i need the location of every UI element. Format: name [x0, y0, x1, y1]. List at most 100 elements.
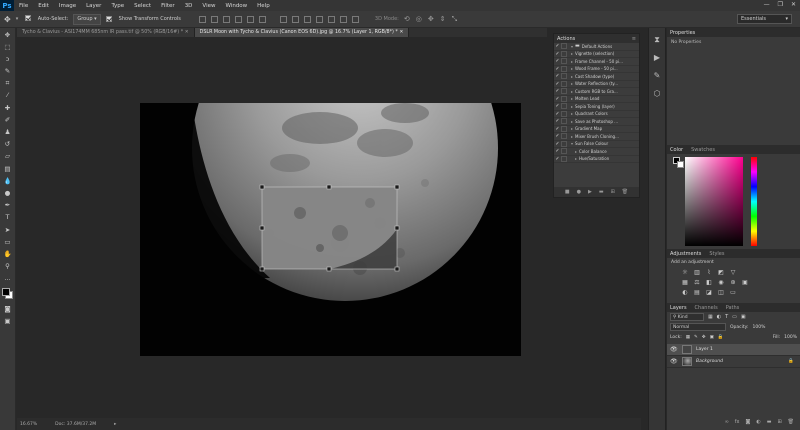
- fill-field[interactable]: 100%: [784, 335, 797, 340]
- lock-transparent-icon[interactable]: ▦: [686, 335, 690, 340]
- color-balance-icon[interactable]: ⚖: [693, 279, 701, 287]
- filter-shape-icon[interactable]: ▭: [732, 314, 737, 320]
- screen-mode-icon[interactable]: ▣: [3, 317, 13, 326]
- menu-edit[interactable]: Edit: [33, 3, 54, 9]
- check-icon[interactable]: ✓: [554, 133, 561, 139]
- blur-tool-icon[interactable]: 💧: [3, 176, 13, 185]
- menu-3d[interactable]: 3D: [180, 3, 198, 9]
- marquee-tool-icon[interactable]: ⬚: [3, 42, 13, 51]
- action-item[interactable]: ✓ ▸ Molten Lead: [554, 95, 639, 103]
- paths-icon[interactable]: ✎: [652, 71, 662, 81]
- action-item[interactable]: ✓ ▸ Custom RGB to Gra...: [554, 88, 639, 96]
- close-tab-icon[interactable]: ✕: [399, 30, 403, 35]
- dialog-toggle[interactable]: [561, 58, 567, 65]
- filter-type-icon[interactable]: T: [725, 314, 728, 320]
- dialog-toggle[interactable]: [561, 148, 567, 155]
- align-top-icon[interactable]: [198, 15, 206, 23]
- tool-preset-arrow-icon[interactable]: ▾: [16, 16, 20, 22]
- channel-mixer-icon[interactable]: ⊛: [729, 279, 737, 287]
- action-item[interactable]: ✓ ▸ Vignette (selection): [554, 50, 639, 58]
- eyedropper-tool-icon[interactable]: ⁄: [3, 91, 13, 100]
- layer-style-icon[interactable]: fx: [735, 419, 740, 429]
- history-brush-tool-icon[interactable]: ↺: [3, 140, 13, 149]
- eraser-tool-icon[interactable]: ▱: [3, 152, 13, 161]
- filter-adjustment-icon[interactable]: ◐: [717, 314, 721, 320]
- healing-brush-tool-icon[interactable]: ✚: [3, 103, 13, 112]
- filter-pixel-icon[interactable]: ▦: [708, 314, 713, 320]
- distribute-top-icon[interactable]: [279, 15, 287, 23]
- layer-row-layer-1[interactable]: 👁 Layer 1: [667, 344, 800, 356]
- background-swatch[interactable]: [677, 161, 684, 168]
- restore-icon[interactable]: ❐: [778, 1, 783, 8]
- action-item[interactable]: ✓ ▸ Water Reflection (ty...: [554, 80, 639, 88]
- quick-select-tool-icon[interactable]: ✎: [3, 67, 13, 76]
- new-adjustment-icon[interactable]: ◐: [756, 419, 760, 429]
- hue-saturation-icon[interactable]: ▦: [681, 279, 689, 287]
- color-lookup-icon[interactable]: ▣: [741, 279, 749, 287]
- layer-name[interactable]: Layer 1: [696, 347, 713, 352]
- auto-select-checkbox[interactable]: [24, 15, 33, 23]
- check-icon[interactable]: ✓: [554, 111, 561, 117]
- tab-channels[interactable]: Channels: [695, 305, 718, 311]
- check-icon[interactable]: ✓: [554, 156, 561, 162]
- threshold-icon[interactable]: ◪: [705, 289, 713, 297]
- align-right-icon[interactable]: [258, 15, 266, 23]
- align-vcenter-icon[interactable]: [210, 15, 218, 23]
- dodge-tool-icon[interactable]: ●: [3, 188, 13, 197]
- tab-color[interactable]: Color: [670, 147, 683, 153]
- 3d-slide-icon[interactable]: ⇕: [440, 15, 446, 24]
- tab-adjustments[interactable]: Adjustments: [670, 251, 701, 257]
- zoom-tool-icon[interactable]: ⚲: [3, 262, 13, 271]
- dialog-toggle[interactable]: [561, 118, 567, 125]
- move-tool-icon[interactable]: ✥: [4, 15, 11, 24]
- layer-name[interactable]: Background: [696, 359, 723, 364]
- record-icon[interactable]: ●: [577, 189, 581, 195]
- workspace-switcher[interactable]: Essentials ▾: [737, 14, 792, 24]
- lasso-tool-icon[interactable]: ↄ: [3, 54, 13, 63]
- gradient-map-icon[interactable]: ▭: [729, 289, 737, 297]
- visibility-eye-icon[interactable]: 👁: [670, 346, 678, 353]
- dialog-toggle[interactable]: [561, 65, 567, 72]
- vibrance-icon[interactable]: ▽: [729, 269, 737, 277]
- clone-stamp-tool-icon[interactable]: ♟: [3, 128, 13, 137]
- hand-tool-icon[interactable]: ✋: [3, 249, 13, 258]
- distribute-left-icon[interactable]: [315, 15, 323, 23]
- foreground-color-swatch[interactable]: [2, 287, 10, 296]
- action-item[interactable]: ✓ ▸ Wood Frame - 50 pi...: [554, 65, 639, 73]
- color-swatches-icon[interactable]: [1, 287, 15, 301]
- lock-all-icon[interactable]: 🔒: [718, 335, 724, 340]
- distribute-vcenter-icon[interactable]: [291, 15, 299, 23]
- dialog-toggle[interactable]: [561, 133, 567, 140]
- tab-paths[interactable]: Paths: [726, 305, 740, 311]
- 3d-drag-icon[interactable]: ✥: [428, 15, 434, 24]
- dialog-toggle[interactable]: [561, 103, 567, 110]
- color-field[interactable]: [685, 157, 743, 246]
- trash-icon[interactable]: 🗑: [788, 419, 794, 429]
- actions-title[interactable]: Actions: [557, 36, 575, 42]
- exposure-icon[interactable]: ◩: [717, 269, 725, 277]
- action-item[interactable]: ✓ ▸ Gradient Map: [554, 125, 639, 133]
- visibility-eye-icon[interactable]: 👁: [670, 358, 678, 365]
- link-layers-icon[interactable]: ∞: [725, 419, 729, 429]
- menu-window[interactable]: Window: [220, 3, 252, 9]
- check-icon[interactable]: ✓: [554, 96, 561, 102]
- crop-tool-icon[interactable]: ⌗: [3, 79, 13, 88]
- dialog-toggle[interactable]: [561, 110, 567, 117]
- action-item[interactable]: ✓ ▸ Cast Shadow (type): [554, 73, 639, 81]
- dialog-toggle[interactable]: [561, 95, 567, 102]
- distribute-hcenter-icon[interactable]: [327, 15, 335, 23]
- check-icon[interactable]: ✓: [554, 103, 561, 109]
- menu-filter[interactable]: Filter: [156, 3, 180, 9]
- check-icon[interactable]: ✓: [554, 73, 561, 79]
- check-icon[interactable]: ✓: [554, 148, 561, 154]
- menu-file[interactable]: File: [14, 3, 33, 9]
- lock-icon[interactable]: 🔒: [788, 359, 794, 364]
- dialog-toggle[interactable]: [561, 43, 567, 50]
- path-select-tool-icon[interactable]: ➤: [3, 225, 13, 234]
- 3d-roll-icon[interactable]: ◎: [416, 15, 422, 24]
- posterize-icon[interactable]: ▤: [693, 289, 701, 297]
- hue-slider[interactable]: [751, 157, 757, 246]
- trash-icon[interactable]: 🗑: [622, 189, 628, 195]
- check-icon[interactable]: ✓: [554, 141, 561, 147]
- actions-icon[interactable]: ▶: [652, 53, 662, 63]
